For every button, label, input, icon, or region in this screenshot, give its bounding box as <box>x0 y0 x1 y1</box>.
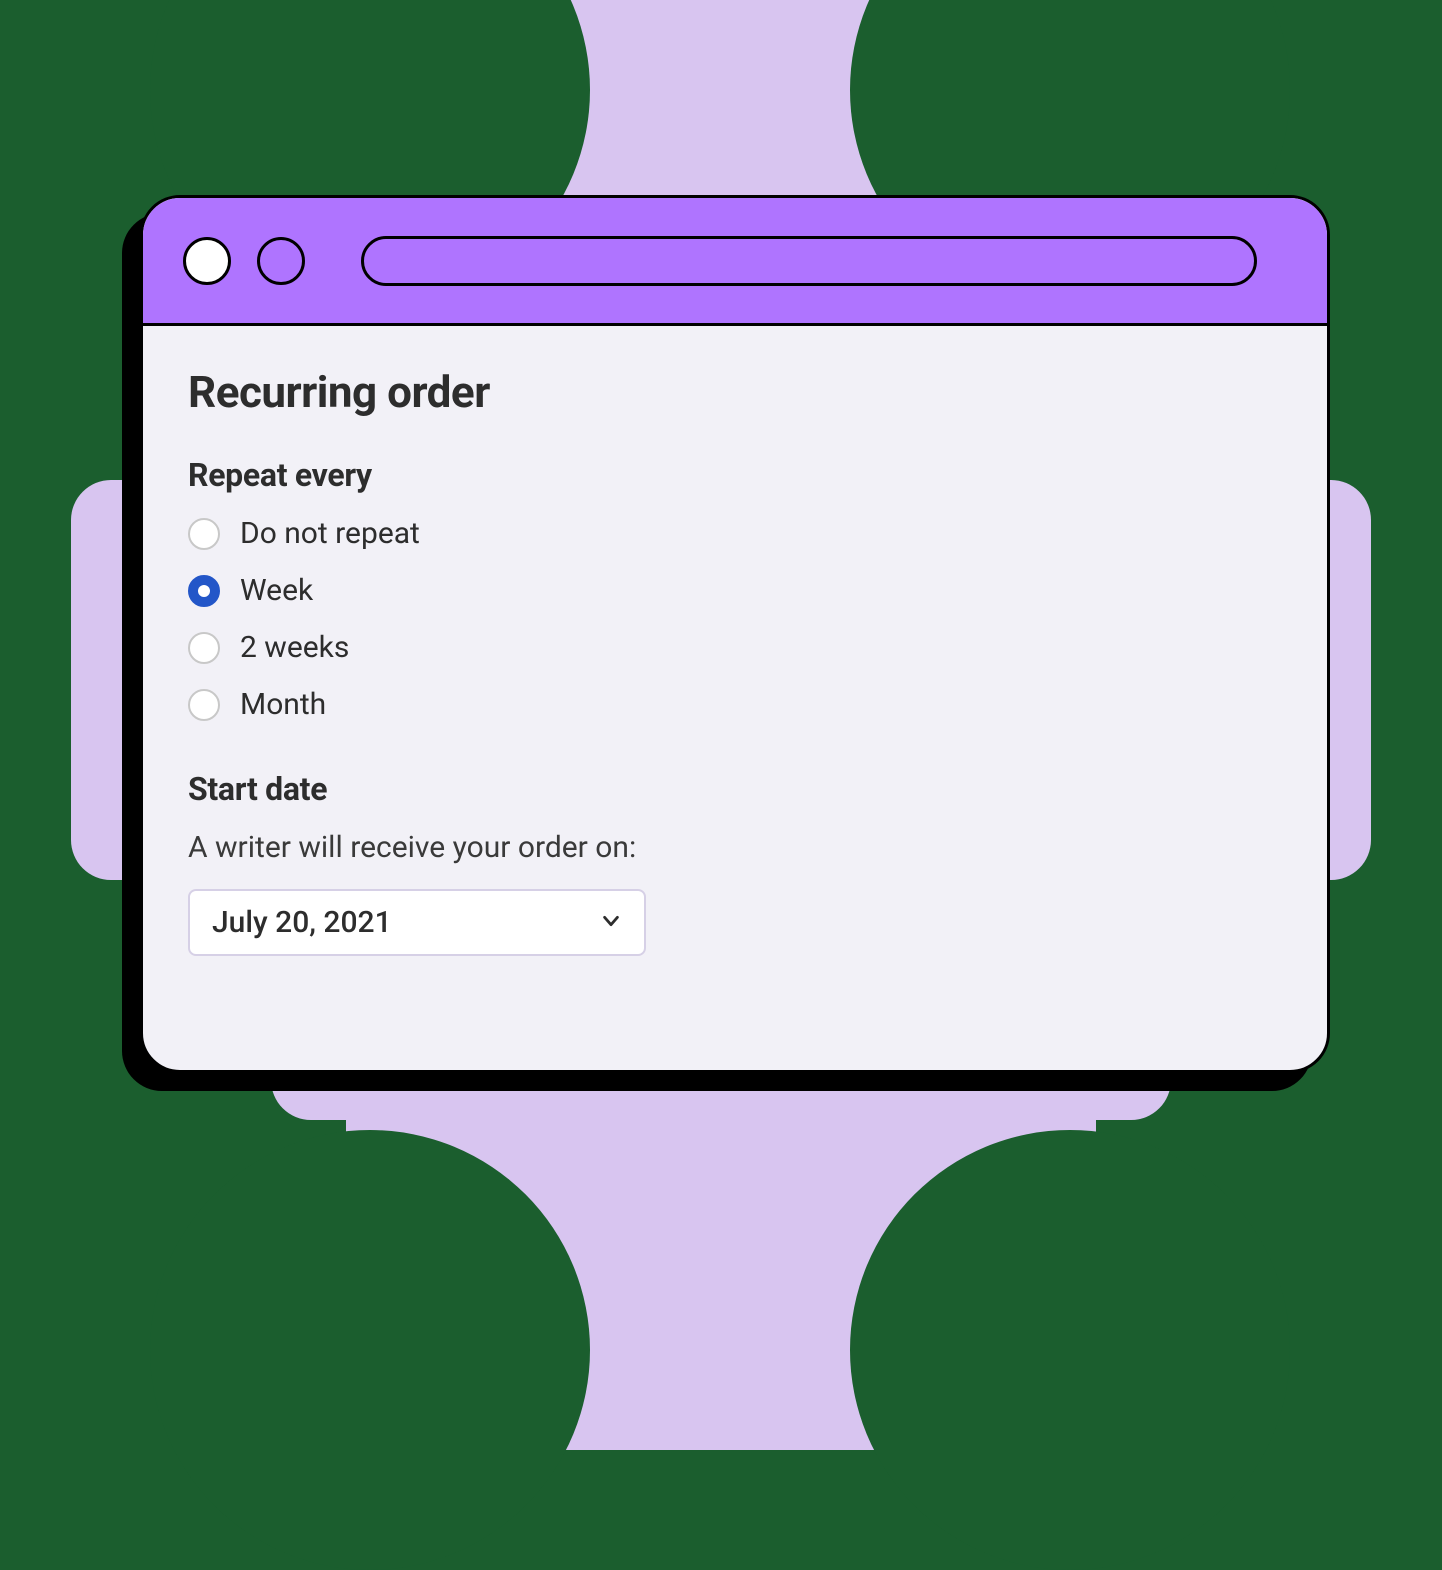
page-title: Recurring order <box>188 366 1282 418</box>
decorative-background-bottom <box>370 1100 1070 1450</box>
radio-option-month[interactable]: Month <box>188 687 1282 722</box>
radio-option-2-weeks[interactable]: 2 weeks <box>188 630 1282 665</box>
radio-option-week[interactable]: Week <box>188 573 1282 608</box>
start-date-section-label: Start date <box>188 770 1282 808</box>
radio-label: Week <box>240 573 313 608</box>
radio-label: Do not repeat <box>240 516 420 551</box>
window-content: Recurring order Repeat every Do not repe… <box>143 326 1327 996</box>
address-bar[interactable] <box>361 236 1257 286</box>
window-control-dot-filled[interactable] <box>183 237 231 285</box>
chevron-down-icon <box>600 910 622 936</box>
repeat-section-label: Repeat every <box>188 456 1282 494</box>
radio-icon <box>188 689 220 721</box>
window-titlebar <box>143 198 1327 326</box>
radio-label: 2 weeks <box>240 630 349 665</box>
radio-option-do-not-repeat[interactable]: Do not repeat <box>188 516 1282 551</box>
repeat-radio-group: Do not repeat Week 2 weeks Month <box>188 516 1282 722</box>
radio-icon <box>188 632 220 664</box>
radio-icon <box>188 575 220 607</box>
start-date-select[interactable]: July 20, 2021 <box>188 889 646 956</box>
start-date-help-text: A writer will receive your order on: <box>188 830 1282 865</box>
start-date-value: July 20, 2021 <box>212 905 392 940</box>
radio-label: Month <box>240 687 326 722</box>
window-control-dot-outline[interactable] <box>257 237 305 285</box>
browser-window: Recurring order Repeat every Do not repe… <box>140 195 1330 1073</box>
radio-icon <box>188 518 220 550</box>
